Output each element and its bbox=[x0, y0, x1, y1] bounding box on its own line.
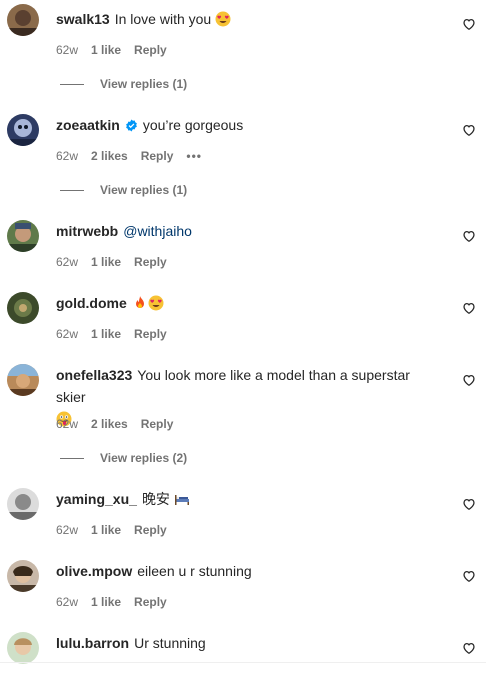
heart-outline-icon[interactable] bbox=[462, 641, 476, 655]
more-options-icon[interactable]: ••• bbox=[186, 149, 202, 163]
avatar[interactable] bbox=[7, 220, 39, 252]
heart-outline-icon[interactable] bbox=[462, 17, 476, 31]
fire-emoji-icon bbox=[132, 295, 148, 317]
view-replies-button[interactable]: View replies (1) bbox=[60, 76, 187, 92]
view-replies-button[interactable]: View replies (1) bbox=[60, 182, 187, 198]
heart-outline-icon[interactable] bbox=[462, 569, 476, 583]
username[interactable]: onefella323 bbox=[56, 367, 132, 383]
heart-eyes-emoji-icon bbox=[215, 11, 231, 33]
username[interactable]: lulu.barron bbox=[56, 635, 129, 651]
comment-text: 晚安 bbox=[141, 491, 170, 507]
reply-button[interactable]: Reply bbox=[134, 595, 167, 609]
comment-time: 62w bbox=[56, 417, 79, 431]
likes-count[interactable]: 1 like bbox=[91, 327, 121, 341]
reply-button[interactable]: Reply bbox=[134, 255, 167, 269]
comment-time: 62w bbox=[56, 327, 79, 341]
avatar[interactable] bbox=[7, 292, 39, 324]
comment-meta: 62w 2 likes Reply bbox=[56, 416, 186, 432]
mention-link[interactable]: @withjaiho bbox=[123, 223, 192, 239]
username[interactable]: gold.dome bbox=[56, 295, 127, 311]
comment-meta: 62w 2 likes Reply ••• bbox=[56, 148, 215, 164]
reply-button[interactable]: Reply bbox=[134, 523, 167, 537]
heart-outline-icon[interactable] bbox=[462, 301, 476, 315]
avatar[interactable] bbox=[7, 560, 39, 592]
comment-text: eileen u r stunning bbox=[137, 563, 252, 579]
username[interactable]: mitrwebb bbox=[56, 223, 118, 239]
heart-outline-icon[interactable] bbox=[462, 123, 476, 137]
comment-time: 62w bbox=[56, 149, 79, 163]
heart-outline-icon[interactable] bbox=[462, 229, 476, 243]
reply-button[interactable]: Reply bbox=[141, 417, 174, 431]
comment-meta: 62w 1 like Reply bbox=[56, 326, 180, 342]
divider bbox=[0, 662, 486, 663]
reply-button[interactable]: Reply bbox=[134, 43, 167, 57]
view-replies-label: View replies (1) bbox=[100, 77, 188, 91]
avatar[interactable] bbox=[7, 632, 39, 664]
comment-time: 62w bbox=[56, 43, 79, 57]
comment-meta: 62w 1 like Reply bbox=[56, 594, 180, 610]
view-replies-button[interactable]: View replies (2) bbox=[60, 450, 187, 466]
comment-time: 62w bbox=[56, 595, 79, 609]
avatar[interactable] bbox=[7, 4, 39, 36]
bed-emoji-icon bbox=[174, 491, 190, 513]
verified-badge-icon bbox=[125, 116, 138, 138]
comment-meta: 62w 1 like Reply bbox=[56, 522, 180, 538]
comment-meta: 62w 1 like Reply bbox=[56, 254, 180, 270]
likes-count[interactable]: 1 like bbox=[91, 523, 121, 537]
divider bbox=[60, 84, 84, 86]
avatar[interactable] bbox=[7, 114, 39, 146]
divider bbox=[60, 458, 84, 460]
view-replies-label: View replies (1) bbox=[100, 183, 188, 197]
heart-eyes-emoji-icon bbox=[148, 295, 164, 317]
reply-button[interactable]: Reply bbox=[141, 149, 174, 163]
username[interactable]: zoeaatkin bbox=[56, 117, 120, 133]
heart-outline-icon[interactable] bbox=[462, 497, 476, 511]
comment-text: In love with you bbox=[114, 11, 212, 27]
heart-outline-icon[interactable] bbox=[462, 373, 476, 387]
username[interactable]: olive.mpow bbox=[56, 563, 132, 579]
reply-button[interactable]: Reply bbox=[134, 327, 167, 341]
avatar[interactable] bbox=[7, 364, 39, 396]
username[interactable]: yaming_xu_ bbox=[56, 491, 137, 507]
likes-count[interactable]: 1 like bbox=[91, 255, 121, 269]
avatar[interactable] bbox=[7, 488, 39, 520]
comment-meta: 62w 1 like Reply bbox=[56, 42, 180, 58]
comment-time: 62w bbox=[56, 523, 79, 537]
username[interactable]: swalk13 bbox=[56, 11, 110, 27]
comment-text: Ur stunning bbox=[134, 635, 206, 651]
likes-count[interactable]: 1 like bbox=[91, 43, 121, 57]
comment-text: you’re gorgeous bbox=[142, 117, 244, 133]
comment-time: 62w bbox=[56, 255, 79, 269]
likes-count[interactable]: 2 likes bbox=[91, 417, 128, 431]
likes-count[interactable]: 2 likes bbox=[91, 149, 128, 163]
view-replies-label: View replies (2) bbox=[100, 451, 188, 465]
likes-count[interactable]: 1 like bbox=[91, 595, 121, 609]
divider bbox=[60, 190, 84, 192]
